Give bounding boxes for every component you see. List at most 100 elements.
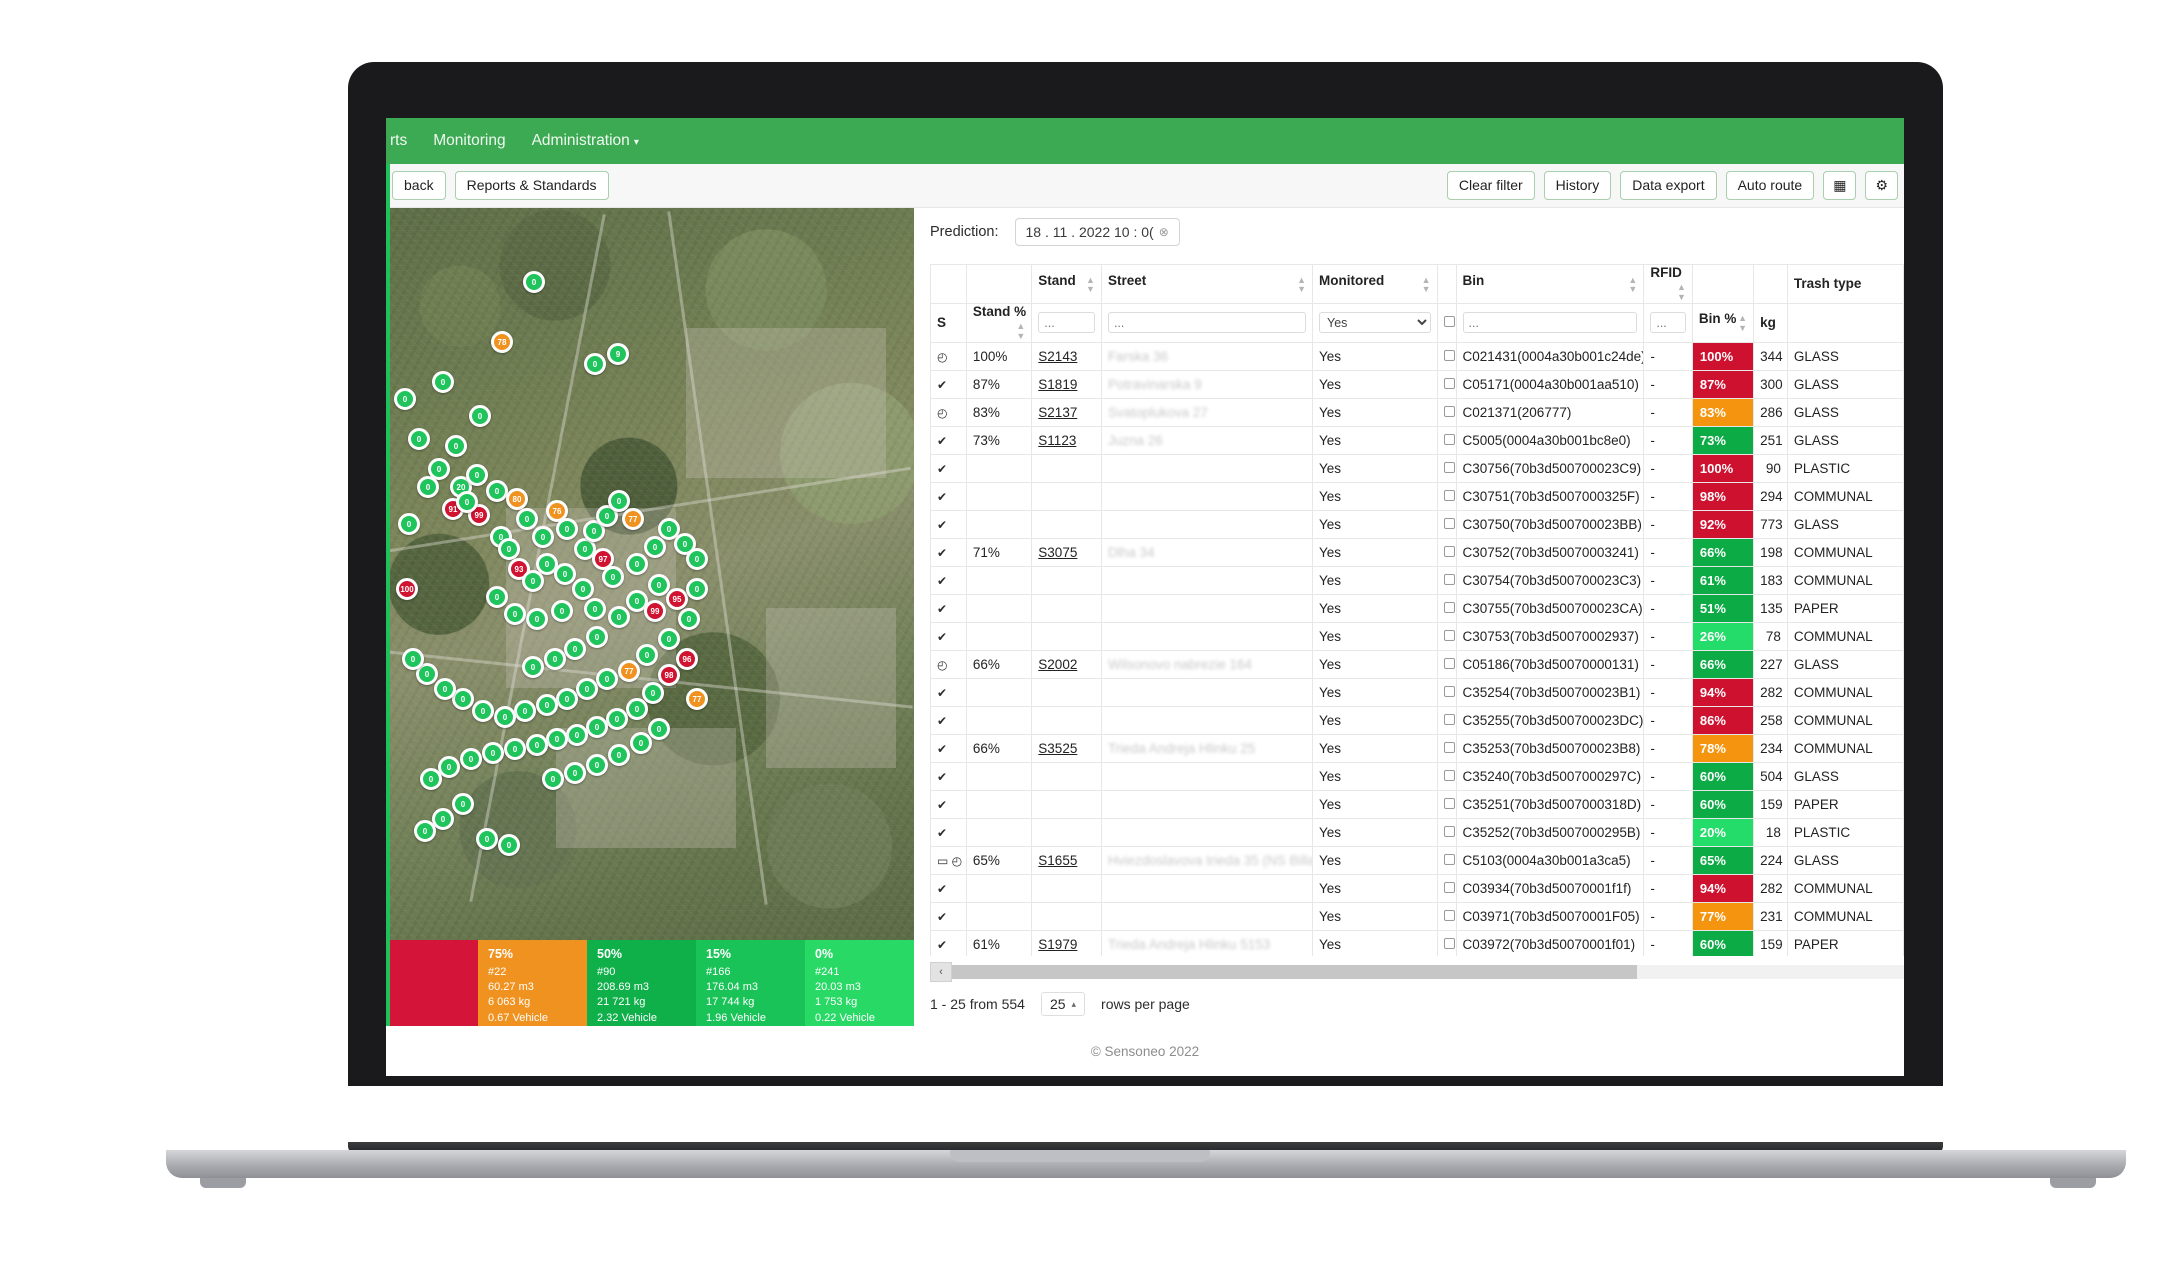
checkbox-row[interactable]: [1443, 881, 1455, 893]
checkbox-row[interactable]: [1443, 573, 1455, 585]
checkbox-row[interactable]: [1443, 433, 1455, 445]
map-marker[interactable]: 0: [576, 678, 598, 700]
map-marker[interactable]: 0: [602, 566, 624, 588]
map-marker[interactable]: 0: [526, 608, 548, 630]
table-row[interactable]: ✔ Yes C35252(70b3d5007000295B) -20% 18 PLASTI…: [930, 817, 1904, 847]
map-marker[interactable]: 0: [658, 628, 680, 650]
map-marker[interactable]: 0: [626, 698, 648, 720]
table-row[interactable]: ✔ Yes C35240(70b3d5007000297C) -60% 504 GLASS: [930, 761, 1904, 791]
checkbox-row[interactable]: [1443, 797, 1455, 809]
scrollbar-track[interactable]: [952, 965, 1904, 979]
th-rfid[interactable]: RFID ▲ ▼: [1643, 264, 1693, 304]
map-marker[interactable]: 0: [498, 834, 520, 856]
filter-select-monitored[interactable]: YesNoAll: [1319, 312, 1431, 334]
stand-link[interactable]: S1655: [1038, 853, 1077, 868]
stand-link[interactable]: S1123: [1038, 433, 1076, 448]
table-row[interactable]: ◴ 100% S2143 Farska 36 Yes C021431(0004a30b00…: [930, 341, 1904, 371]
map-marker[interactable]: 0: [544, 648, 566, 670]
checkbox-row[interactable]: [1443, 713, 1455, 725]
map-marker[interactable]: 0: [420, 768, 442, 790]
map-marker[interactable]: 77: [618, 660, 640, 682]
scrollbar-thumb[interactable]: [952, 965, 1638, 979]
sort-icon[interactable]: ▲ ▼: [1016, 319, 1025, 341]
map-marker[interactable]: 0: [516, 508, 538, 530]
stand-link[interactable]: S2143: [1038, 349, 1077, 364]
table-row[interactable]: ✔ Yes C30755(70b3d500700023CA) -51% 135 PAPER: [930, 593, 1904, 623]
checkbox-row[interactable]: [1443, 545, 1455, 557]
map-marker[interactable]: 0: [572, 578, 594, 600]
stand-link[interactable]: S1819: [1038, 377, 1077, 392]
map-marker[interactable]: 0: [546, 728, 568, 750]
map-marker[interactable]: 0: [686, 578, 708, 600]
map-marker[interactable]: 0: [414, 820, 436, 842]
map-marker[interactable]: 0: [408, 428, 430, 450]
table-row[interactable]: ✔ 87% S1819 Potravinarska 9 Yes C05171(0004a3…: [930, 369, 1904, 399]
auto-route-button[interactable]: Auto route: [1725, 171, 1815, 200]
map-marker[interactable]: 0: [504, 738, 526, 760]
table-row[interactable]: ◴ 66% S2002 Wilsonovo nabrezie 164 Yes C05186…: [930, 649, 1904, 679]
table-row[interactable]: ✔ Yes C35255(70b3d500700023DC) -86% 258 COMMU…: [930, 705, 1904, 735]
map-marker[interactable]: 0: [482, 742, 504, 764]
map-marker[interactable]: 9: [607, 343, 629, 365]
sort-icon[interactable]: ▲ ▼: [1086, 273, 1095, 296]
table-row[interactable]: ✔ 66% S3525 Trieda Andreja Hlinku 25 Yes C352…: [930, 733, 1904, 763]
data-export-button[interactable]: Data export: [1620, 171, 1717, 200]
map-marker[interactable]: 0: [514, 700, 536, 722]
map-marker[interactable]: 0: [417, 476, 439, 498]
reports-and-standards-button[interactable]: Reports & Standards: [454, 171, 609, 200]
map-marker[interactable]: 0: [686, 548, 708, 570]
checkbox-row[interactable]: [1443, 349, 1455, 361]
map-marker[interactable]: 0: [456, 491, 478, 513]
map-marker[interactable]: 0: [636, 644, 658, 666]
sort-icon[interactable]: ▲ ▼: [1677, 280, 1686, 302]
map-marker[interactable]: 0: [402, 648, 424, 670]
map-marker[interactable]: 0: [630, 732, 652, 754]
map-marker[interactable]: 0: [469, 405, 491, 427]
back-button[interactable]: back: [392, 171, 446, 200]
sort-icon[interactable]: ▲ ▼: [1628, 273, 1637, 296]
th-stand-pct[interactable]: Stand % ▲ ▼: [965, 302, 1033, 343]
table-row[interactable]: ✔ Yes C03971(70b3d50070001F05) -77% 231 COMMU…: [930, 901, 1904, 931]
map-marker[interactable]: 0: [586, 626, 608, 648]
map-marker[interactable]: 0: [648, 718, 670, 740]
map-marker[interactable]: 0: [522, 656, 544, 678]
stand-link[interactable]: S1979: [1038, 937, 1077, 952]
map-marker[interactable]: 0: [472, 700, 494, 722]
th-kg[interactable]: kg: [1753, 302, 1788, 343]
map-marker[interactable]: 0: [608, 606, 630, 628]
map-marker[interactable]: 0: [606, 708, 628, 730]
checkbox-row[interactable]: [1443, 937, 1455, 949]
select-all-cell[interactable]: [1436, 302, 1457, 343]
history-button[interactable]: History: [1543, 171, 1612, 200]
table-row[interactable]: ◴ 83% S2137 Svatoplukova 27 Yes C021371(20677…: [930, 397, 1904, 427]
checkbox-row[interactable]: [1443, 741, 1455, 753]
th-stand[interactable]: Stand ▲ ▼: [1031, 264, 1102, 304]
checkbox-row[interactable]: [1443, 685, 1455, 697]
grid-icon-button[interactable]: ▦: [1823, 171, 1857, 200]
checkbox-row[interactable]: [1443, 769, 1455, 781]
map-marker[interactable]: 0: [432, 371, 454, 393]
map-marker[interactable]: 0: [642, 682, 664, 704]
nav-item-administration[interactable]: Administration ▾: [532, 132, 639, 150]
sort-icon[interactable]: ▲ ▼: [1738, 311, 1747, 334]
map-marker[interactable]: 0: [626, 553, 648, 575]
map-marker[interactable]: 0: [596, 668, 618, 690]
table-row[interactable]: ✔ 73% S1123 Juzna 26 Yes C5005(0004a30b001bc8…: [930, 425, 1904, 455]
checkbox-row[interactable]: [1443, 601, 1455, 613]
map-marker[interactable]: 0: [398, 513, 420, 535]
map-marker[interactable]: 0: [526, 734, 548, 756]
nav-item-monitoring[interactable]: Monitoring: [433, 132, 505, 150]
map-marker[interactable]: 80: [506, 488, 528, 510]
checkbox-row[interactable]: [1443, 377, 1455, 389]
map-marker[interactable]: 100: [396, 578, 418, 600]
map-marker[interactable]: 0: [466, 464, 488, 486]
map-panel[interactable]: 0 78 0 0 9 0 0 0 0 0 20 0 91 99 0 0 80 0 0 0 0 76 0 0 93 0 0 0 0 0 0 77…: [386, 208, 914, 1026]
prediction-datetime-input[interactable]: 18 . 11 . 2022 10 : 0( ⊗: [1014, 218, 1180, 246]
map-marker[interactable]: 0: [394, 388, 416, 410]
map-marker[interactable]: 0: [523, 271, 545, 293]
table-row[interactable]: ✔ Yes C03934(70b3d50070001f1f) -94% 282 COMMU…: [930, 873, 1904, 903]
table-row[interactable]: ✔ Yes C30753(70b3d50070002937) -26% 78 COMMUN…: [930, 621, 1904, 651]
checkbox-row[interactable]: [1443, 461, 1455, 473]
sort-icon[interactable]: ▲ ▼: [1422, 273, 1431, 296]
table-row[interactable]: ✔ Yes C30754(70b3d500700023C3) -61% 183 COMMU…: [930, 565, 1904, 595]
